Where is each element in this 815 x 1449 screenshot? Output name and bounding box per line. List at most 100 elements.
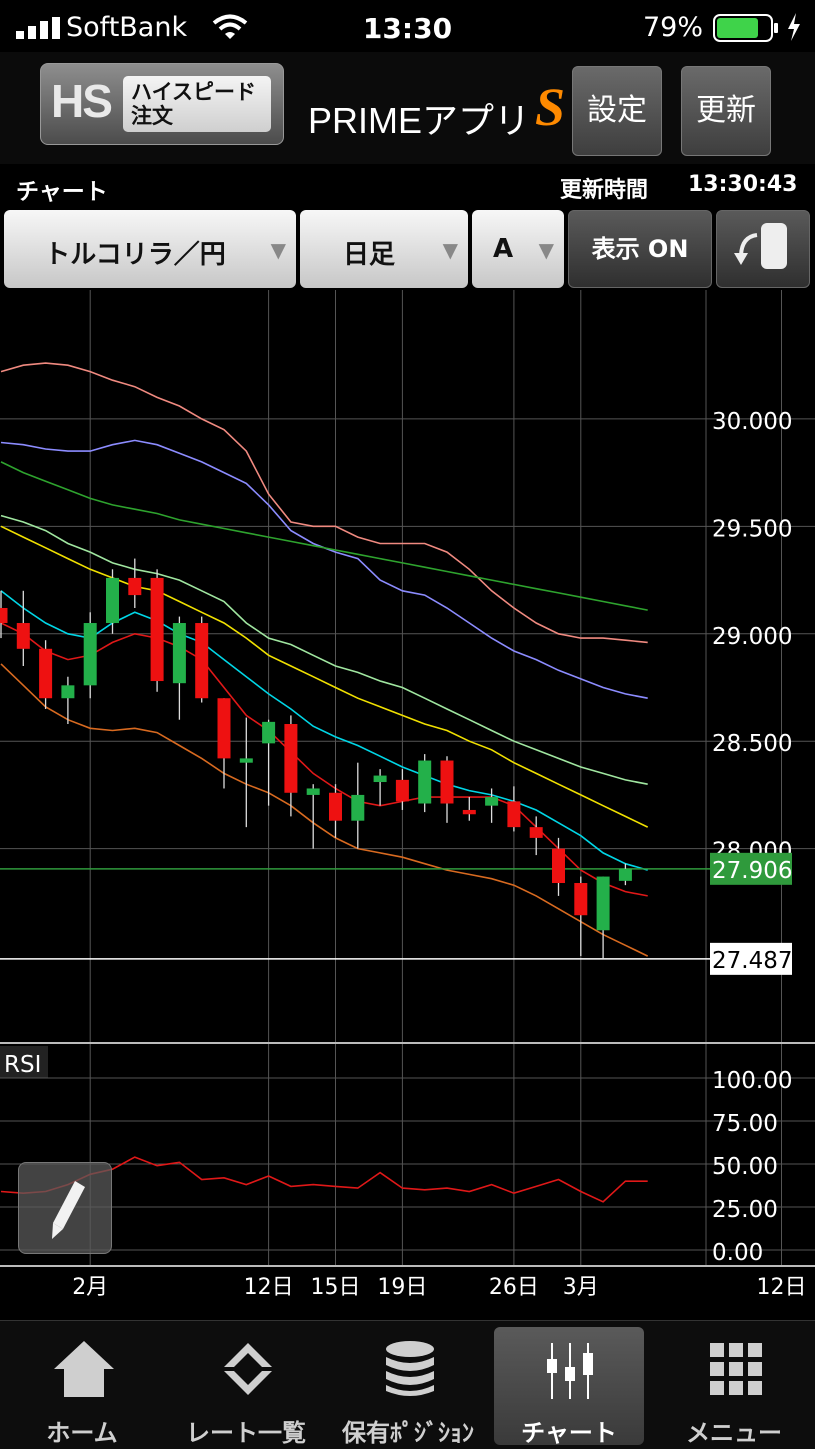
moving-average-line: [0, 525, 649, 828]
chart-icon: [547, 1343, 593, 1399]
moving-average-line: [0, 622, 648, 897]
candle-body: [262, 721, 276, 744]
candle-body: [462, 809, 476, 815]
rsi-tick-label: 75.00: [712, 1111, 778, 1137]
chart-info-row: チャート 更新時間 13:30:43: [0, 164, 815, 208]
date-axis: 2月 12日 15日 19日 26日 3月 12日: [0, 1265, 815, 1300]
positions-icon: [386, 1341, 434, 1396]
moving-average-line: [0, 663, 649, 957]
candle-body: [16, 623, 30, 649]
app-title: PRIMEアプリ: [308, 100, 531, 141]
candle-body: [618, 868, 632, 881]
rsi-title: RSI: [4, 1052, 41, 1078]
candle-body: [150, 577, 164, 682]
candle-body: [418, 760, 432, 804]
date-tick-label: 3月: [563, 1275, 599, 1300]
rotate-icon: [734, 223, 787, 269]
mode-value: A: [492, 234, 514, 264]
rotate-screen-button[interactable]: [716, 210, 810, 288]
candle-body: [574, 883, 588, 916]
settings-button[interactable]: 設定: [572, 66, 662, 156]
currency-pair-select[interactable]: トルコリラ／円 ▼: [4, 210, 296, 288]
menu-grid-icon: [710, 1343, 762, 1395]
high-speed-order-button[interactable]: HS ハイスピード 注文: [40, 63, 284, 145]
battery-icon: [713, 14, 778, 42]
price-tick-label: 29.000: [712, 624, 792, 650]
nav-home-label: ホーム: [46, 1419, 118, 1447]
price-tick-label: 30.000: [712, 409, 792, 435]
candle-body: [61, 685, 75, 699]
pencil-icon: [52, 1181, 85, 1239]
dropdown-arrow-icon: ▼: [270, 238, 286, 262]
page-title: チャート: [16, 179, 108, 205]
candle-body: [39, 648, 53, 699]
refresh-button[interactable]: 更新: [681, 66, 771, 156]
rsi-panel: RSI 100.00 75.00 50.00 25.00 0.00: [0, 1042, 815, 1266]
hs-logo: HS: [51, 75, 113, 127]
moving-average-line: [0, 461, 648, 611]
candle-body: [306, 788, 320, 795]
bottom-navigation: ホーム レート一覧 保有ﾎﾟｼﾞｼｮﾝ チャート メニュー: [0, 1320, 815, 1449]
nav-home[interactable]: ホーム: [2, 1321, 162, 1449]
nav-menu[interactable]: メニュー: [654, 1321, 814, 1449]
timeframe-select[interactable]: 日足 ▼: [300, 210, 468, 288]
moving-average-line: [0, 590, 648, 871]
candle-body: [195, 623, 209, 699]
moving-average-line: [0, 362, 648, 644]
nav-rate-list-label: レート一覧: [186, 1419, 306, 1447]
candle-body: [529, 827, 543, 838]
candle-body: [395, 779, 409, 802]
candle-body: [172, 623, 186, 684]
dropdown-arrow-icon: ▼: [442, 238, 458, 262]
price-chart[interactable]: 30.00029.50029.00028.50028.00027.90627.4…: [0, 290, 815, 1320]
dropdown-arrow-icon: ▼: [538, 238, 554, 262]
price-tick-label: 28.500: [712, 731, 792, 757]
nav-menu-label: メニュー: [686, 1419, 782, 1447]
nav-chart[interactable]: チャート: [494, 1327, 644, 1447]
candle-body: [217, 698, 231, 759]
price-tick-label: 29.500: [712, 516, 792, 542]
drawing-tool-button[interactable]: [18, 1162, 112, 1254]
date-tick-label: 12日: [244, 1275, 294, 1300]
candle-body: [284, 724, 298, 793]
moving-average-line: [0, 439, 648, 699]
chart-grid: [0, 290, 815, 1266]
candle-body: [239, 758, 253, 763]
display-toggle-button[interactable]: 表示 ON: [568, 210, 712, 288]
date-tick-label: 26日: [489, 1275, 539, 1300]
high-speed-label-line1: ハイスピード: [131, 80, 256, 104]
currency-pair-value: トルコリラ／円: [44, 240, 226, 270]
candle-body: [106, 577, 119, 624]
moving-average-lines: [0, 362, 710, 960]
current-price-label: 27.906: [712, 858, 792, 884]
mode-select[interactable]: A ▼: [472, 210, 564, 288]
app-header: HS ハイスピード 注文 PRIMEアプリ S 設定 更新: [0, 52, 815, 164]
home-icon: [54, 1341, 114, 1397]
rsi-tick-label: 0.00: [712, 1240, 763, 1266]
high-speed-label-line2: 注文: [131, 104, 173, 128]
nav-positions-label: 保有ﾎﾟｼﾞｼｮﾝ: [342, 1419, 474, 1447]
updated-time: 13:30:43: [688, 172, 798, 197]
updated-label: 更新時間: [560, 178, 649, 203]
candle-body: [0, 607, 8, 624]
high-speed-order-label: ハイスピード 注文: [123, 76, 271, 132]
rate-list-icon: [224, 1343, 272, 1395]
timeframe-value: 日足: [342, 240, 395, 270]
candle-body: [552, 848, 565, 884]
candle-body: [128, 577, 142, 596]
candle-body: [373, 775, 387, 783]
low-price-label: 27.487: [712, 948, 792, 974]
date-tick-label: 15日: [311, 1275, 361, 1300]
candle-body: [485, 797, 499, 806]
rsi-tick-label: 25.00: [712, 1197, 778, 1223]
nav-rate-list[interactable]: レート一覧: [166, 1321, 326, 1449]
candle-body: [351, 794, 365, 821]
candle-body: [83, 623, 97, 686]
candle-body: [596, 876, 610, 931]
rsi-tick-label: 100.00: [712, 1068, 792, 1094]
battery-percentage: 79%: [643, 12, 704, 43]
nav-positions[interactable]: 保有ﾎﾟｼﾞｼｮﾝ: [328, 1321, 488, 1449]
date-tick-label: 2月: [72, 1275, 108, 1300]
chart-selector-row: トルコリラ／円 ▼ 日足 ▼ A ▼ 表示 ON: [0, 208, 815, 290]
candlestick-series: [0, 558, 632, 959]
